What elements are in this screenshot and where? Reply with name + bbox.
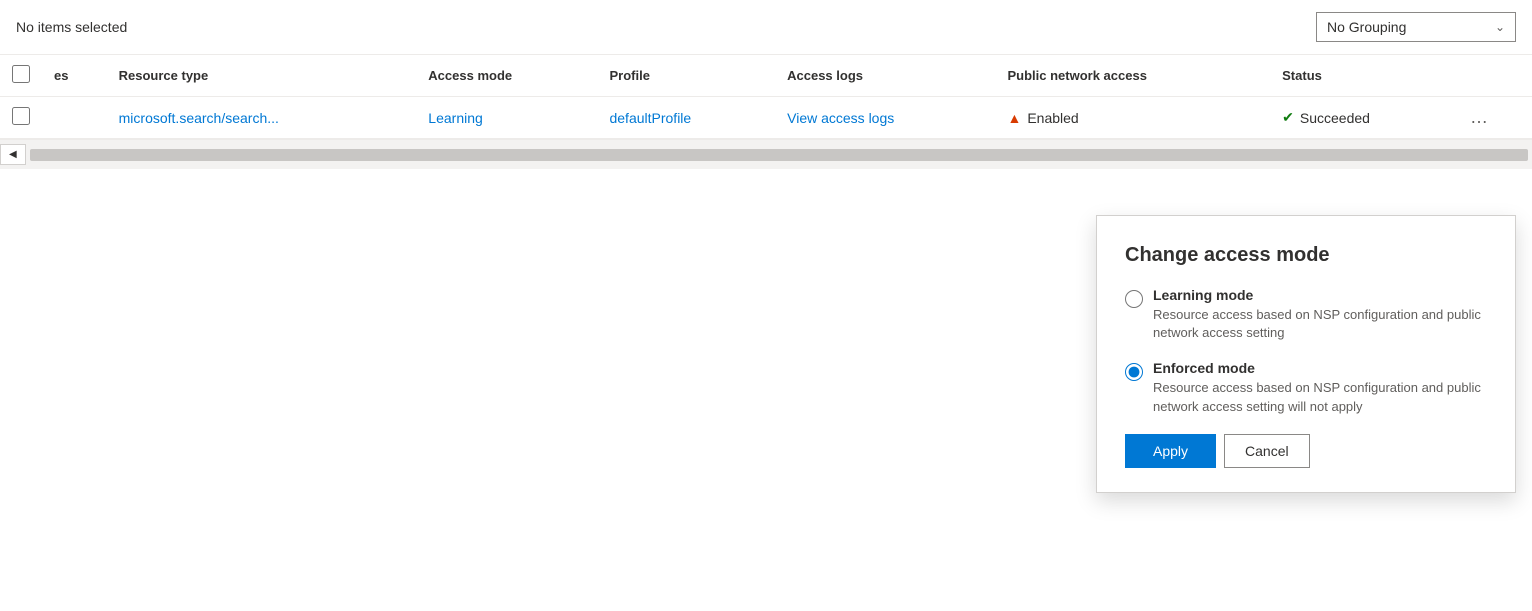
resource-type-link[interactable]: microsoft.search/search... [119,110,279,126]
scrollbar-track[interactable] [30,149,1528,161]
popup-title: Change access mode [1125,244,1487,267]
chevron-down-icon: ⌄ [1495,20,1505,34]
col-resource-type-header: Resource type [107,55,417,97]
col-access-logs-header: Access logs [775,55,995,97]
access-mode-link[interactable]: Learning [428,110,483,126]
change-access-mode-panel: Change access mode Learning mode Resourc… [1096,215,1516,493]
row-status-cell: ✔ Succeeded [1270,97,1458,139]
row-public-network-cell: ▲ Enabled [995,97,1270,139]
col-status-header: Status [1270,55,1458,97]
enforced-mode-radio[interactable] [1125,363,1143,381]
learning-mode-label-group: Learning mode Resource access based on N… [1153,287,1487,342]
enforced-mode-option: Enforced mode Resource access based on N… [1125,360,1487,415]
enforced-mode-label-group: Enforced mode Resource access based on N… [1153,360,1487,415]
grouping-dropdown-text: No Grouping [1327,19,1406,35]
enforced-mode-description: Resource access based on NSP configurati… [1153,379,1487,415]
col-name-header: es [42,55,107,97]
col-actions-header [1458,55,1532,97]
profile-link[interactable]: defaultProfile [609,110,691,126]
select-all-checkbox[interactable] [12,65,30,83]
enforced-mode-title[interactable]: Enforced mode [1153,360,1487,376]
row-access-logs-cell: View access logs [775,97,995,139]
row-name-cell [42,97,107,139]
learning-mode-option: Learning mode Resource access based on N… [1125,287,1487,342]
top-bar: No items selected No Grouping ⌄ [0,0,1532,55]
row-profile-cell: defaultProfile [597,97,775,139]
apply-button[interactable]: Apply [1125,434,1216,468]
table-container: es Resource type Access mode Profile Acc… [0,55,1532,169]
popup-buttons: Apply Cancel [1125,434,1487,468]
col-access-mode-header: Access mode [416,55,597,97]
resources-table: es Resource type Access mode Profile Acc… [0,55,1532,139]
access-logs-link[interactable]: View access logs [787,110,894,126]
col-checkbox-header [0,55,42,97]
learning-mode-radio[interactable] [1125,290,1143,308]
status-value: Succeeded [1300,110,1370,126]
table-row: microsoft.search/search... Learning defa… [0,97,1532,139]
row-resource-type-cell: microsoft.search/search... [107,97,417,139]
learning-mode-title[interactable]: Learning mode [1153,287,1487,303]
scroll-left-button[interactable]: ◀ [0,144,26,165]
row-more-actions[interactable]: … [1470,107,1490,127]
row-checkbox[interactable] [12,107,30,125]
row-access-mode-cell: Learning [416,97,597,139]
success-icon: ✔ [1282,109,1294,126]
cancel-button[interactable]: Cancel [1224,434,1310,468]
col-public-network-header: Public network access [995,55,1270,97]
horizontal-scrollbar-row: ◀ [0,139,1532,169]
learning-mode-description: Resource access based on NSP configurati… [1153,306,1487,342]
warning-icon: ▲ [1007,110,1021,126]
row-checkbox-cell [0,97,42,139]
col-profile-header: Profile [597,55,775,97]
row-actions-cell: … [1458,97,1532,139]
public-network-value: Enabled [1027,110,1078,126]
no-items-label: No items selected [16,19,127,35]
grouping-dropdown[interactable]: No Grouping ⌄ [1316,12,1516,42]
